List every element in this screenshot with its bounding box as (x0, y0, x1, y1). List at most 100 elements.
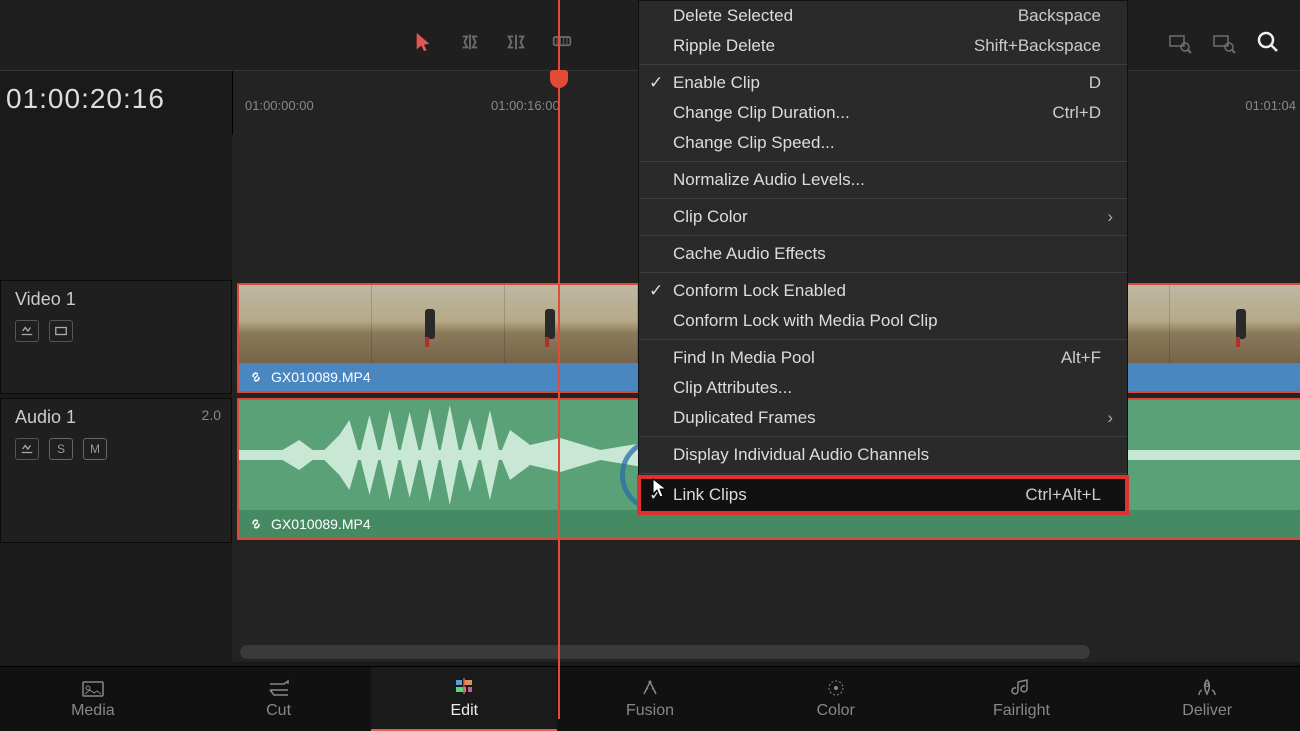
ruler-timecode: 01:01:04 (1245, 98, 1296, 113)
channel-count: 2.0 (202, 407, 221, 423)
cut-icon (267, 678, 291, 698)
menu-label: Link Clips (673, 485, 747, 505)
tab-label: Color (817, 702, 855, 720)
video-track-name: Video 1 (15, 289, 217, 310)
page-tabs: Media Cut Edit Fusion Color Fairlight De… (0, 666, 1300, 731)
zoom-out-icon[interactable] (1166, 28, 1194, 56)
menu-separator (639, 272, 1127, 273)
menu-label: Normalize Audio Levels... (673, 170, 865, 190)
menu-label: Change Clip Duration... (673, 103, 850, 123)
menu-conform-lock[interactable]: ✓ Conform Lock Enabled (639, 276, 1127, 306)
menu-cache-audio[interactable]: Cache Audio Effects (639, 239, 1127, 269)
menu-label: Conform Lock with Media Pool Clip (673, 311, 938, 331)
video-track-header[interactable]: Video 1 (0, 280, 232, 394)
menu-display-channels[interactable]: Display Individual Audio Channels (639, 440, 1127, 470)
timeline-scrollbar[interactable] (240, 645, 1090, 659)
edit-icon (452, 678, 476, 698)
menu-label: Clip Color (673, 207, 748, 227)
menu-label: Change Clip Speed... (673, 133, 835, 153)
menu-ripple-delete[interactable]: Ripple Delete Shift+Backspace (639, 31, 1127, 61)
zoom-in-icon[interactable] (1210, 28, 1238, 56)
dynamic-trim-icon[interactable] (502, 28, 530, 56)
page-tab-fusion[interactable]: Fusion (557, 667, 743, 731)
menu-delete-selected[interactable]: Delete Selected Backspace (639, 1, 1127, 31)
selection-tool-icon[interactable] (410, 28, 438, 56)
menu-shortcut: Ctrl+D (1052, 103, 1101, 123)
menu-label: Enable Clip (673, 73, 760, 93)
page-tab-deliver[interactable]: Deliver (1114, 667, 1300, 731)
page-tab-cut[interactable]: Cut (186, 667, 372, 731)
menu-duplicated-frames[interactable]: Duplicated Frames› (639, 403, 1127, 433)
menu-shortcut: Backspace (1018, 6, 1101, 26)
audio-clip-label: GX010089.MP4 (239, 510, 1300, 538)
menu-shortcut: D (1089, 73, 1101, 93)
chevron-right-icon: › (1107, 207, 1113, 227)
menu-label: Ripple Delete (673, 36, 775, 56)
check-icon: ✓ (649, 73, 663, 93)
video-clip-filename: GX010089.MP4 (271, 369, 371, 385)
menu-change-duration[interactable]: Change Clip Duration... Ctrl+D (639, 98, 1127, 128)
trim-tool-icon[interactable] (456, 28, 484, 56)
menu-shortcut: Shift+Backspace (974, 36, 1101, 56)
link-icon (249, 517, 263, 531)
menu-conform-pool[interactable]: Conform Lock with Media Pool Clip (639, 306, 1127, 336)
menu-change-speed[interactable]: Change Clip Speed... (639, 128, 1127, 158)
menu-label: Clip Attributes... (673, 378, 792, 398)
check-icon: ✓ (649, 281, 663, 301)
menu-separator (639, 64, 1127, 65)
playhead[interactable] (558, 0, 560, 719)
menu-label: Find In Media Pool (673, 348, 815, 368)
auto-select-icon[interactable] (15, 320, 39, 342)
audio-track-name: Audio 1 (15, 407, 217, 428)
menu-clip-attributes[interactable]: Clip Attributes... (639, 373, 1127, 403)
page-tab-edit[interactable]: Edit (371, 667, 557, 731)
media-icon (81, 678, 105, 698)
menu-separator (639, 339, 1127, 340)
search-icon[interactable] (1254, 28, 1282, 56)
menu-enable-clip[interactable]: ✓ Enable Clip D (639, 68, 1127, 98)
scrollbar-thumb[interactable] (240, 645, 1090, 659)
ruler-timecode: 01:00:00:00 (245, 98, 314, 113)
menu-label: Delete Selected (673, 6, 793, 26)
audio-track-header[interactable]: Audio 1 2.0 S M (0, 398, 232, 543)
track-display-icon[interactable] (49, 320, 73, 342)
page-tab-fairlight[interactable]: Fairlight (929, 667, 1115, 731)
chevron-right-icon: › (1107, 408, 1113, 428)
auto-select-icon[interactable] (15, 438, 39, 460)
menu-label: Display Individual Audio Channels (673, 445, 929, 465)
menu-label: Cache Audio Effects (673, 244, 826, 264)
ruler-timecode: 01:00:16:00 (491, 98, 560, 113)
page-tab-media[interactable]: Media (0, 667, 186, 731)
mute-button[interactable]: M (83, 438, 107, 460)
tab-label: Deliver (1182, 702, 1232, 720)
menu-normalize-audio[interactable]: Normalize Audio Levels... (639, 165, 1127, 195)
menu-separator (639, 473, 1127, 474)
context-menu: Delete Selected Backspace Ripple Delete Sh… (638, 0, 1128, 514)
tab-label: Edit (451, 702, 479, 720)
tab-label: Media (71, 702, 115, 720)
solo-button[interactable]: S (49, 438, 73, 460)
tab-label: Fairlight (993, 702, 1050, 720)
menu-find-pool[interactable]: Find In Media Pool Alt+F (639, 343, 1127, 373)
fusion-icon (638, 678, 662, 698)
deliver-icon (1195, 678, 1219, 698)
menu-shortcut: Alt+F (1061, 348, 1101, 368)
tab-label: Fusion (626, 702, 674, 720)
playhead-cap[interactable] (550, 70, 568, 88)
blade-tool-icon[interactable] (548, 28, 576, 56)
menu-link-clips[interactable]: ✓Link ClipsCtrl+Alt+L (639, 477, 1127, 513)
menu-clip-color[interactable]: Clip Color › (639, 202, 1127, 232)
page-tab-color[interactable]: Color (743, 667, 929, 731)
menu-separator (639, 235, 1127, 236)
color-icon (824, 678, 848, 698)
fairlight-icon (1009, 678, 1033, 698)
link-icon (249, 370, 263, 384)
tab-label: Cut (266, 702, 291, 720)
menu-separator (639, 436, 1127, 437)
current-timecode: 01:00:20:16 (6, 83, 165, 115)
menu-separator (639, 198, 1127, 199)
audio-clip-filename: GX010089.MP4 (271, 516, 371, 532)
menu-label: Conform Lock Enabled (673, 281, 846, 301)
cursor-icon (652, 478, 668, 503)
menu-separator (639, 161, 1127, 162)
